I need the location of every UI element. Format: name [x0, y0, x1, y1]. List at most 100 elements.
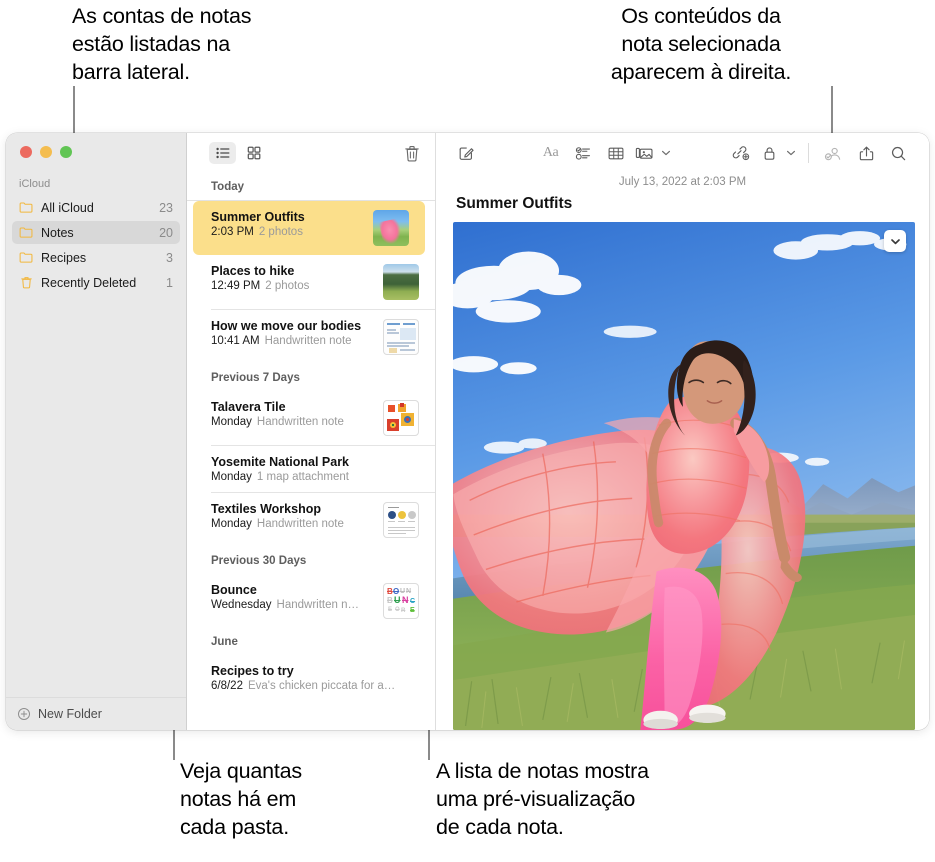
sidebar-item-all-icloud[interactable]: All iCloud 23	[12, 196, 180, 219]
list-item[interactable]: Places to hike 12:49 PM2 photos	[187, 255, 435, 309]
note-title: Talavera Tile	[211, 400, 375, 414]
note-preview: Eva's chicken piccata for a…	[248, 680, 395, 692]
note-meta: 10:41 AMHandwritten note	[211, 335, 375, 347]
note-meta: Monday Handwritten note	[211, 416, 375, 428]
sidebar-item-notes[interactable]: Notes 20	[12, 221, 180, 244]
callout-folder-counts: Veja quantas notas há em cada pasta.	[180, 757, 380, 841]
note-section-header: Previous 30 Days	[187, 547, 435, 574]
list-item[interactable]: Bounce Wednesday Handwritten n… B O U N B…	[187, 574, 435, 628]
note-preview: 1 map attachment	[257, 471, 349, 483]
note-time: 12:49 PM	[211, 280, 260, 292]
note-preview: 2 photos	[259, 226, 303, 238]
callout-note-preview: A lista de notas mostra uma pré-visualiz…	[436, 757, 756, 841]
close-button[interactable]	[20, 146, 32, 158]
sidebar-item-count: 23	[159, 201, 173, 215]
search-icon[interactable]	[882, 140, 915, 166]
note-time: Monday	[211, 518, 252, 530]
folder-icon	[19, 200, 34, 215]
note-section-header: Today	[187, 173, 435, 200]
sidebar-item-recently-deleted[interactable]: Recently Deleted 1	[12, 271, 180, 294]
share-icon[interactable]	[850, 140, 883, 166]
note-preview: Handwritten note	[257, 518, 344, 530]
sidebar-item-label: Notes	[41, 226, 159, 240]
format-aa-icon[interactable]: Aa	[534, 140, 567, 166]
callout-note-content: Os conteúdos da nota selecionada aparece…	[566, 2, 836, 86]
sidebar-item-label: Recently Deleted	[41, 276, 166, 290]
account-label: iCloud	[6, 158, 186, 196]
toolbar-divider	[808, 143, 809, 163]
sidebar-item-label: Recipes	[41, 251, 166, 265]
note-thumbnail	[373, 210, 409, 246]
note-meta: Monday 1 map attachment	[211, 471, 419, 483]
note-section-header: June	[187, 628, 435, 655]
delete-note-button[interactable]	[403, 144, 421, 163]
new-folder-label: New Folder	[38, 707, 102, 721]
summer-outfits-photo	[453, 222, 915, 730]
window-controls	[6, 133, 186, 158]
list-item[interactable]: Talavera Tile Monday Handwritten note	[187, 391, 435, 445]
note-text: How we move our bodies 10:41 AMHandwritt…	[211, 319, 375, 347]
note-date: July 13, 2022 at 2:03 PM	[436, 173, 929, 195]
note-time: Monday	[211, 471, 252, 483]
note-preview: Handwritten note	[257, 416, 344, 428]
note-time: 6/8/22	[211, 680, 243, 692]
note-content-pane: Aa	[436, 133, 929, 730]
view-mode-segmented-control	[209, 142, 267, 164]
note-list-pane: Today Summer Outfits 2:03 PM2 photos Pla…	[187, 133, 436, 730]
lock-chevron-icon[interactable]	[782, 140, 800, 166]
page-title: Summer Outfits	[436, 195, 929, 222]
note-title: Summer Outfits	[211, 210, 365, 224]
note-attachment-photo[interactable]	[453, 222, 915, 730]
note-title: Textiles Workshop	[211, 502, 375, 516]
note-thumbnail	[383, 400, 419, 436]
media-icon[interactable]	[632, 140, 657, 166]
note-preview: Handwritten n…	[277, 599, 359, 611]
note-list-toolbar	[187, 133, 435, 173]
folder-icon	[19, 250, 34, 265]
collaborate-icon[interactable]	[817, 140, 850, 166]
note-title: Yosemite National Park	[211, 455, 419, 469]
new-folder-button[interactable]: New Folder	[6, 697, 186, 730]
sidebar-item-recipes[interactable]: Recipes 3	[12, 246, 180, 269]
note-meta: Monday Handwritten note	[211, 518, 375, 530]
screenshot-root: As contas de notas estão listadas na bar…	[0, 0, 935, 862]
list-item[interactable]: Yosemite National Park Monday 1 map attac…	[187, 446, 435, 492]
folder-list: All iCloud 23 Notes 20 Recipes 3	[6, 196, 186, 296]
compose-icon[interactable]	[450, 140, 483, 166]
note-thumbnail	[383, 264, 419, 300]
zoom-button[interactable]	[60, 146, 72, 158]
sidebar-item-label: All iCloud	[41, 201, 159, 215]
note-title: Recipes to try	[211, 664, 419, 678]
note-title: How we move our bodies	[211, 319, 375, 333]
lock-icon[interactable]	[757, 140, 782, 166]
gallery-view-icon[interactable]	[240, 142, 267, 164]
list-item[interactable]: Textiles Workshop Monday Handwritten note	[187, 493, 435, 547]
note-time: Monday	[211, 416, 252, 428]
link-icon[interactable]	[725, 140, 758, 166]
note-text: Bounce Wednesday Handwritten n…	[211, 583, 375, 611]
checklist-icon[interactable]	[567, 140, 600, 166]
note-title: Bounce	[211, 583, 375, 597]
list-item[interactable]: How we move our bodies 10:41 AMHandwritt…	[187, 310, 435, 364]
sidebar-item-count: 3	[166, 251, 173, 265]
media-chevron-icon[interactable]	[657, 140, 675, 166]
notes-app-window: iCloud All iCloud 23 Notes 20	[6, 133, 929, 730]
chevron-down-icon[interactable]	[884, 230, 906, 252]
note-content-toolbar: Aa	[436, 133, 929, 173]
callout-sidebar-accounts: As contas de notas estão listadas na bar…	[72, 2, 348, 86]
minimize-button[interactable]	[40, 146, 52, 158]
note-thumbnail	[383, 319, 419, 355]
list-view-icon[interactable]	[209, 142, 236, 164]
list-item[interactable]: Summer Outfits 2:03 PM2 photos	[193, 201, 425, 255]
note-time: Wednesday	[211, 599, 272, 611]
sidebar: iCloud All iCloud 23 Notes 20	[6, 133, 187, 730]
note-text: Talavera Tile Monday Handwritten note	[211, 400, 375, 428]
note-thumbnail	[383, 502, 419, 538]
table-icon[interactable]	[599, 140, 632, 166]
list-item[interactable]: Recipes to try 6/8/22 Eva's chicken picca…	[187, 655, 435, 701]
note-text: Textiles Workshop Monday Handwritten note	[211, 502, 375, 530]
note-meta: 12:49 PM2 photos	[211, 280, 375, 292]
note-thumbnail: B O U N B U N C E E O R	[383, 583, 419, 619]
note-text: Places to hike 12:49 PM2 photos	[211, 264, 375, 292]
sidebar-item-count: 1	[166, 276, 173, 290]
